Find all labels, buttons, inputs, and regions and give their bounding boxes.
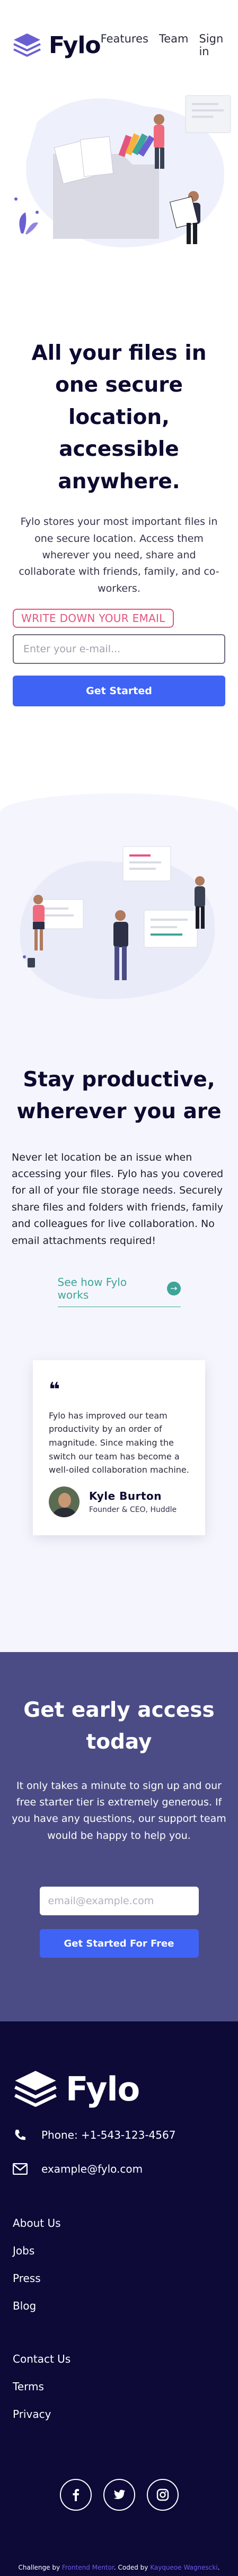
get-started-button[interactable]: Get Started xyxy=(13,675,225,706)
footer-link-about[interactable]: About Us xyxy=(13,2217,225,2229)
coder-link[interactable]: Kayqueoe Wagnescki xyxy=(150,2564,217,2571)
logo-icon xyxy=(14,2071,57,2107)
logo-text: Fylo xyxy=(49,31,101,59)
footer-link-contact[interactable]: Contact Us xyxy=(13,2353,225,2365)
hero-lead: Fylo stores your most important files in… xyxy=(19,516,219,594)
access-body: It only takes a minute to sign up and ou… xyxy=(12,1779,226,1842)
testimonial-card: ❝ Fylo has improved our team productivit… xyxy=(33,1360,205,1535)
footer-link-privacy[interactable]: Privacy xyxy=(13,2408,225,2421)
site-header: Fylo Features Team Sign in xyxy=(0,0,238,90)
footer-links-secondary: Contact Us Terms Privacy xyxy=(13,2353,225,2421)
email-row: example@fylo.com xyxy=(13,2162,225,2176)
productive-section: Stay productive, wherever you are Never … xyxy=(0,793,238,1652)
hero-title: All your files in one secure location, a… xyxy=(31,341,207,494)
site-footer: Fylo Phone: +1-543-123-4567 example@fylo… xyxy=(0,2021,238,2576)
footer-link-press[interactable]: Press xyxy=(13,2272,225,2285)
logo[interactable]: Fylo xyxy=(13,32,101,59)
phone-text: Phone: +1-543-123-4567 xyxy=(41,2129,176,2142)
footer-links-primary: About Us Jobs Press Blog xyxy=(13,2217,225,2312)
footer-logo[interactable]: Fylo xyxy=(13,2069,225,2108)
hero-illustration xyxy=(14,95,231,248)
productive-title: Stay productive, wherever you are xyxy=(16,1067,222,1124)
logo-icon xyxy=(13,33,41,57)
productive-body: Never let location be an issue when acce… xyxy=(12,1151,224,1247)
nav-sign-in[interactable]: Sign in xyxy=(199,32,230,58)
phone-row: Phone: +1-543-123-4567 xyxy=(13,2128,225,2142)
instagram-icon[interactable] xyxy=(146,2479,179,2511)
footer-logo-text: Fylo xyxy=(66,2069,140,2108)
testimonial-text: Fylo has improved our team productivity … xyxy=(49,1410,189,1475)
email-text[interactable]: example@fylo.com xyxy=(41,2163,143,2175)
twitter-icon[interactable] xyxy=(103,2479,135,2511)
hero-email-input[interactable] xyxy=(13,634,225,664)
attribution-middle: . Coded by xyxy=(113,2564,148,2572)
person-role: Founder & CEO, Huddle xyxy=(89,1505,177,1514)
access-email-input[interactable] xyxy=(39,1887,199,1916)
quote-icon: ❝ xyxy=(49,1378,60,1401)
nav-features[interactable]: Features xyxy=(101,32,148,58)
email-label: WRITE DOWN YOUR EMAIL xyxy=(13,608,174,628)
get-started-free-button[interactable]: Get Started For Free xyxy=(39,1929,199,1958)
phone-icon xyxy=(13,2128,28,2142)
email-icon xyxy=(13,2162,28,2176)
attribution-prefix: Challenge by xyxy=(18,2564,60,2572)
footer-link-blog[interactable]: Blog xyxy=(13,2300,225,2312)
facebook-icon[interactable] xyxy=(59,2479,92,2511)
footer-link-jobs[interactable]: Jobs xyxy=(13,2244,225,2257)
testimonial-person: Kyle Burton Founder & CEO, Huddle xyxy=(49,1486,189,1517)
access-title: Get early access today xyxy=(23,1698,215,1754)
person-name: Kyle Burton xyxy=(89,1489,162,1502)
avatar xyxy=(49,1486,80,1517)
social-links xyxy=(13,2479,225,2511)
arrow-right-icon: → xyxy=(167,1281,181,1295)
see-how-label: See how Fylo works xyxy=(57,1275,127,1301)
attribution-suffix: . xyxy=(217,2564,220,2572)
attribution: Challenge by Frontend Mentor. Coded by K… xyxy=(13,2564,225,2571)
nav-team[interactable]: Team xyxy=(159,32,189,58)
early-access-section: Get early access today It only takes a m… xyxy=(0,1652,238,2022)
frontend-mentor-link[interactable]: Frontend Mentor xyxy=(62,2564,114,2571)
productive-illustration xyxy=(20,846,215,999)
see-how-link[interactable]: See how Fylo works → xyxy=(57,1275,181,1307)
hero-section: All your files in one secure location, a… xyxy=(0,90,238,706)
main-nav: Features Team Sign in xyxy=(101,32,230,58)
footer-link-terms[interactable]: Terms xyxy=(13,2380,225,2393)
